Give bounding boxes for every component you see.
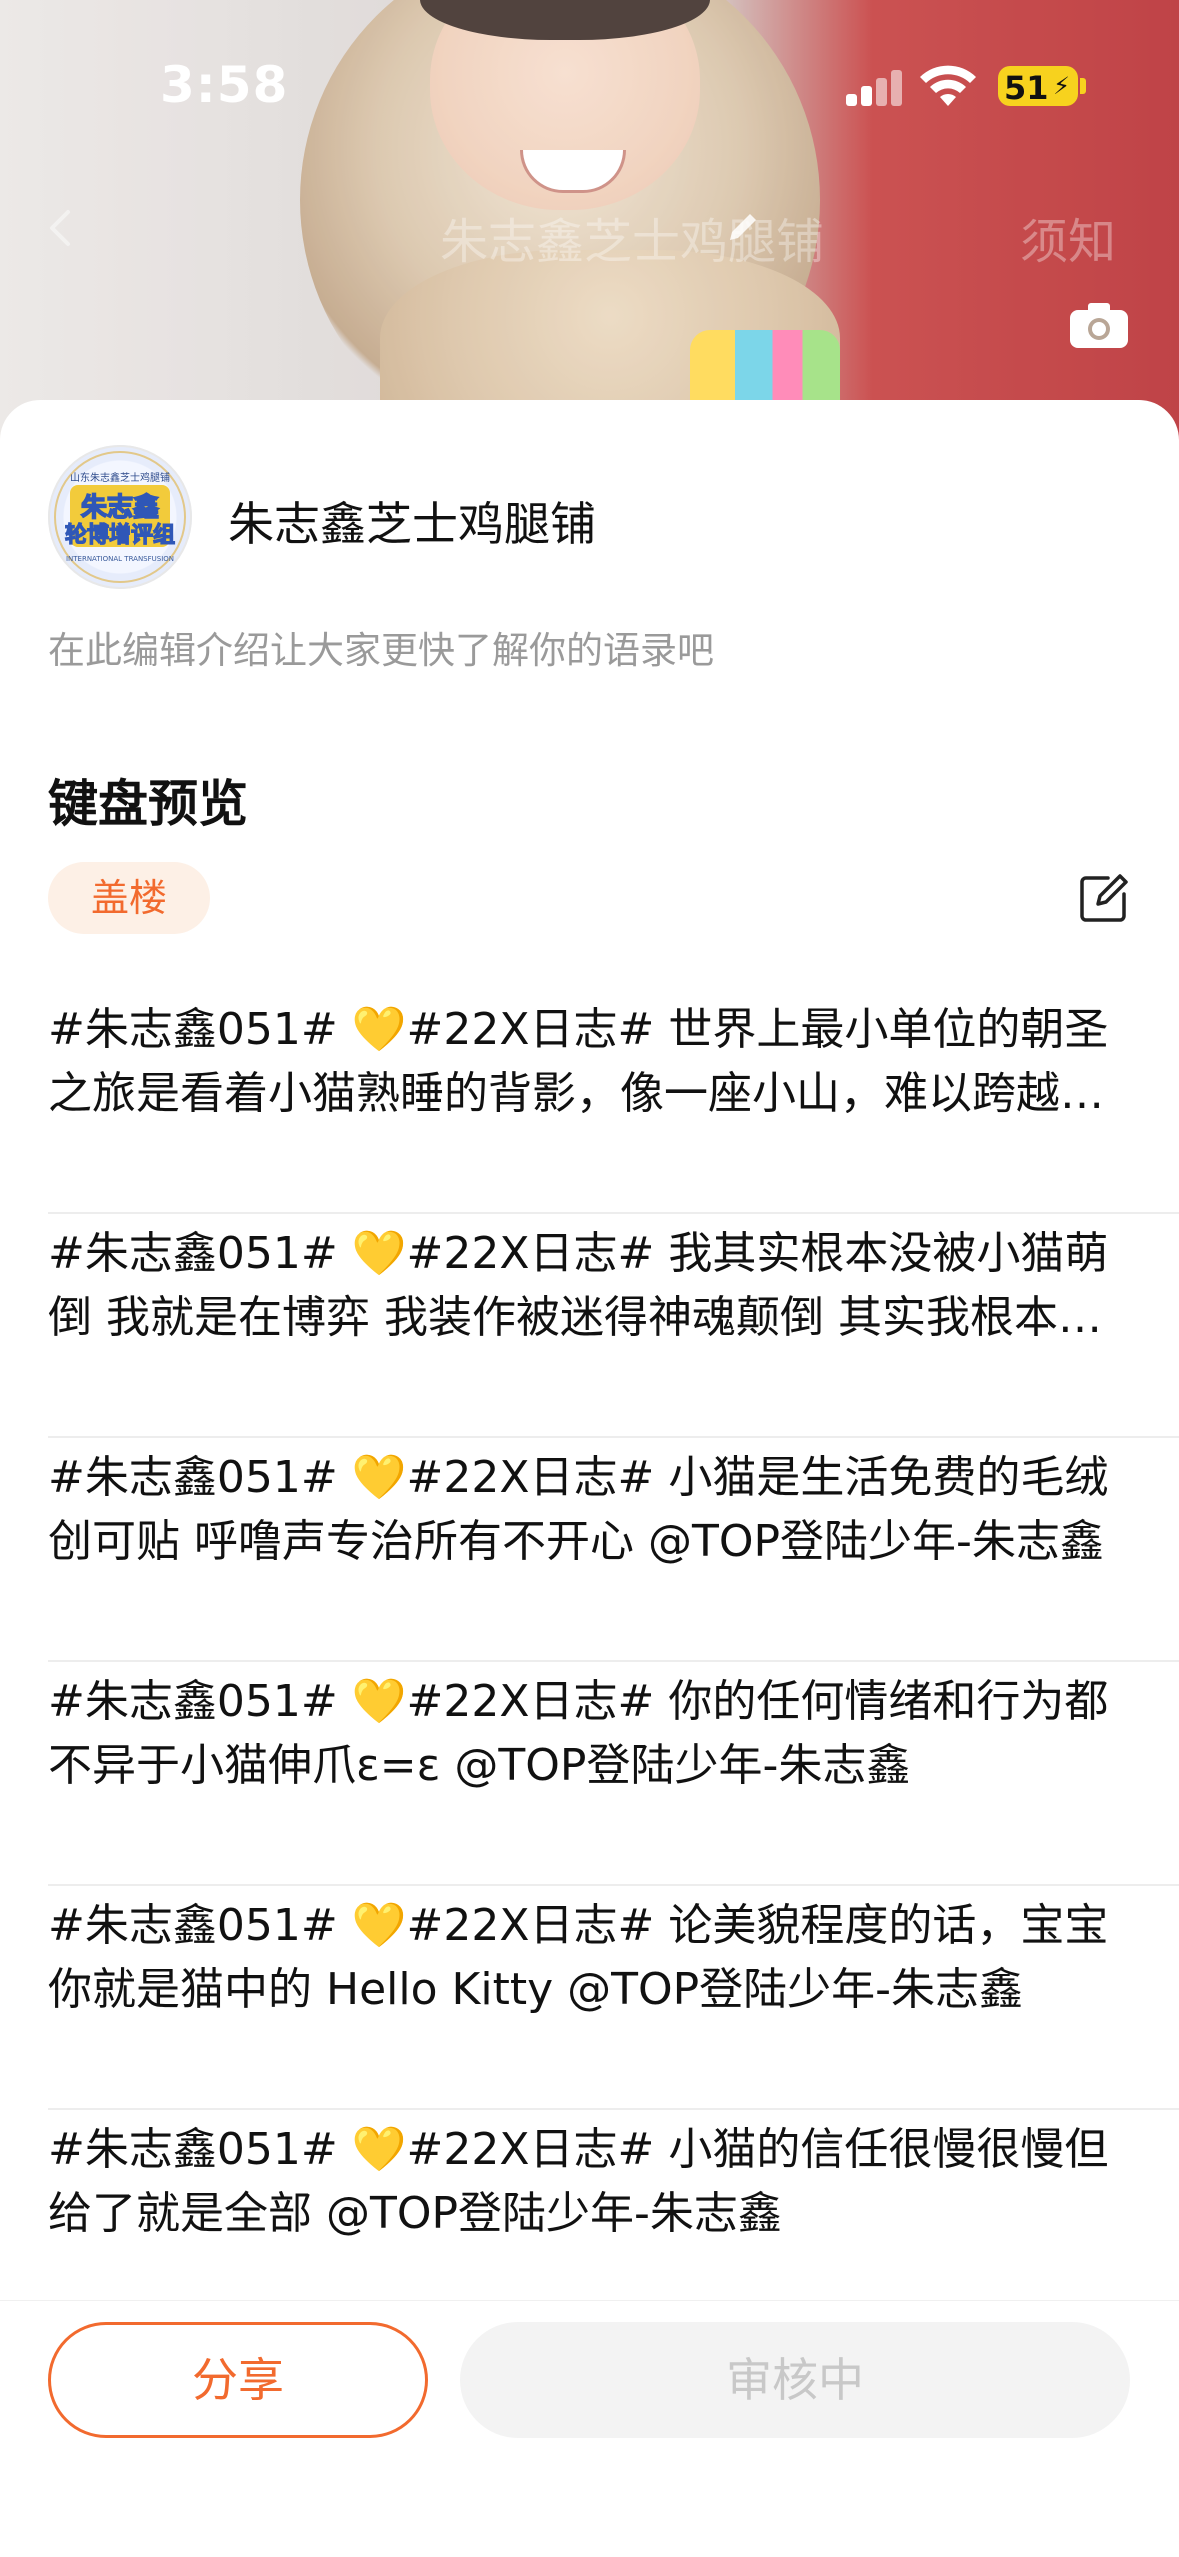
back-icon[interactable] bbox=[42, 208, 82, 248]
quote-text: #朱志鑫051# 💛#22X日志# 小猫的信任很慢很慢但给了就是全部 @TOP登… bbox=[48, 2124, 1109, 2239]
wifi-icon bbox=[920, 65, 976, 106]
quote-text: #朱志鑫051# 💛#22X日志# 你的任何情绪和行为都不异于小猫伸爪ε=ε @… bbox=[48, 1676, 1109, 1791]
review-status-button: 审核中 bbox=[460, 2322, 1130, 2438]
notice-link[interactable]: 须知 bbox=[1020, 202, 1116, 272]
status-time: 3:58 bbox=[160, 56, 289, 114]
list-item[interactable]: #朱志鑫051# 💛#22X日志# 我其实根本没被小猫萌倒 我就是在博弈 我装作… bbox=[48, 1214, 1179, 1438]
share-button[interactable]: 分享 bbox=[48, 2322, 428, 2438]
avatar[interactable]: 山东朱志鑫芝士鸡腿铺 朱志鑫 轮博增评组 INTERNATIONAL TRANS… bbox=[48, 445, 192, 589]
quote-list: #朱志鑫051# 💛#22X日志# 世界上最小单位的朝圣之旅是看着小猫熟睡的背影… bbox=[48, 990, 1179, 2334]
profile-name: 朱志鑫芝士鸡腿铺 bbox=[228, 497, 596, 551]
quote-text: #朱志鑫051# 💛#22X日志# 世界上最小单位的朝圣之旅是看着小猫熟睡的背影… bbox=[48, 1004, 1109, 1119]
list-item[interactable]: #朱志鑫051# 💛#22X日志# 小猫是生活免费的毛绒创可贴 呼噜声专治所有不… bbox=[48, 1438, 1179, 1662]
list-item[interactable]: #朱志鑫051# 💛#22X日志# 世界上最小单位的朝圣之旅是看着小猫熟睡的背影… bbox=[48, 990, 1179, 1214]
battery-icon: 51 ⚡ bbox=[998, 66, 1078, 107]
signal-icon bbox=[846, 70, 902, 106]
avatar-top-text: 山东朱志鑫芝士鸡腿铺 bbox=[70, 473, 170, 484]
edit-icon[interactable] bbox=[1078, 872, 1130, 924]
list-item[interactable]: #朱志鑫051# 💛#22X日志# 论美貌程度的话，宝宝你就是猫中的 Hello… bbox=[48, 1886, 1179, 2110]
quote-text: #朱志鑫051# 💛#22X日志# 论美貌程度的话，宝宝你就是猫中的 Hello… bbox=[48, 1900, 1109, 2015]
pencil-icon[interactable] bbox=[722, 208, 762, 248]
camera-icon[interactable] bbox=[1068, 300, 1130, 350]
section-title: 键盘预览 bbox=[48, 775, 248, 833]
bio-placeholder[interactable]: 在此编辑介绍让大家更快了解你的语录吧 bbox=[48, 620, 714, 674]
avatar-sub-text: 轮博增评组 bbox=[64, 522, 175, 548]
quote-text: #朱志鑫051# 💛#22X日志# 小猫是生活免费的毛绒创可贴 呼噜声专治所有不… bbox=[48, 1452, 1109, 1567]
list-item[interactable]: #朱志鑫051# 💛#22X日志# 你的任何情绪和行为都不异于小猫伸爪ε=ε @… bbox=[48, 1662, 1179, 1886]
battery-level: 51 bbox=[1004, 69, 1049, 107]
status-bar: 3:58 51 ⚡ bbox=[0, 0, 1179, 170]
top-nav: 朱志鑫芝士鸡腿铺 须知 bbox=[0, 180, 1179, 280]
quote-text: #朱志鑫051# 💛#22X日志# 我其实根本没被小猫萌倒 我就是在博弈 我装作… bbox=[48, 1228, 1109, 1343]
avatar-eng-text: INTERNATIONAL TRANSFUSION bbox=[65, 555, 175, 563]
nav-title: 朱志鑫芝士鸡腿铺 bbox=[440, 214, 825, 270]
tag-badge[interactable]: 盖楼 bbox=[48, 862, 210, 934]
